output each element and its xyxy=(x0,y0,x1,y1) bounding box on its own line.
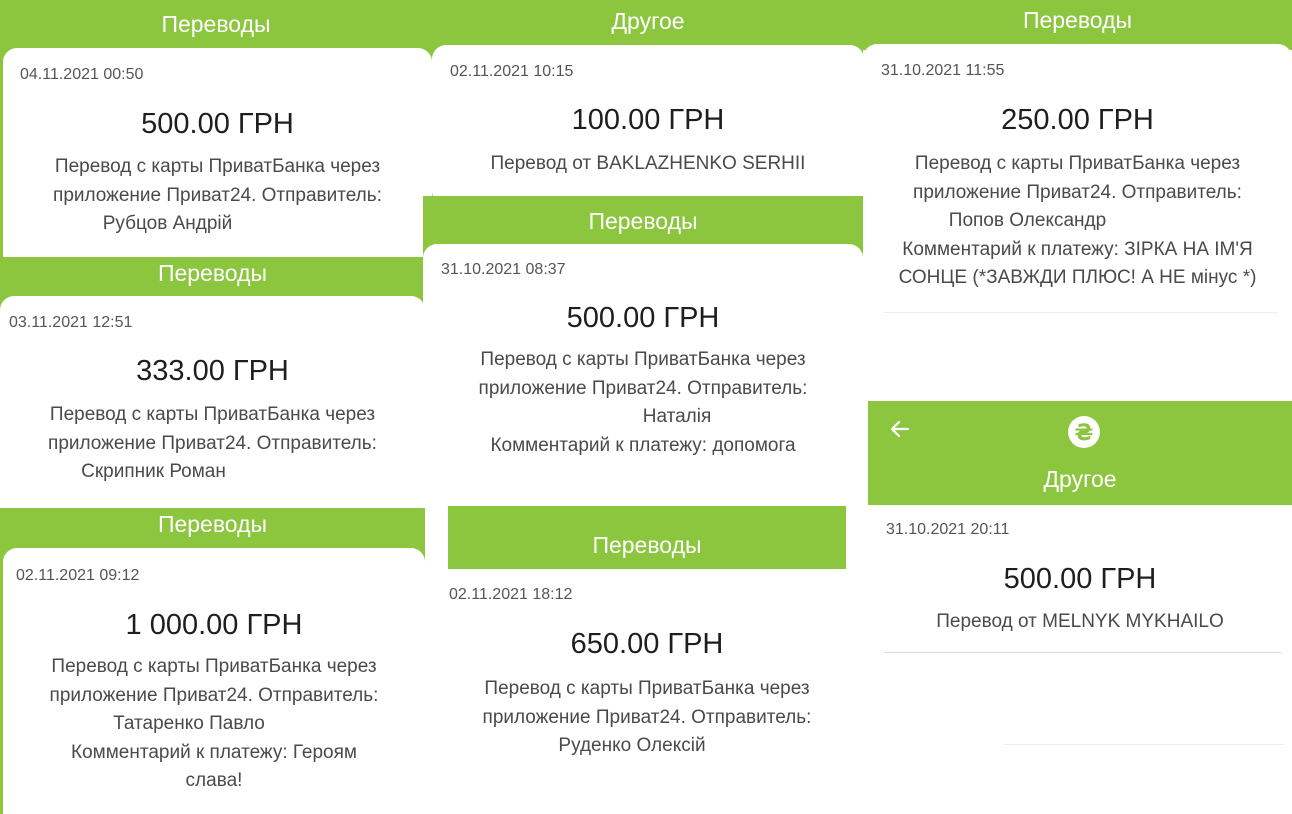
panel-header: Переводы xyxy=(863,0,1292,50)
panel-header: Переводы xyxy=(0,0,432,55)
detail-header-title: Другое xyxy=(1043,466,1117,492)
transaction-date: 02.11.2021 10:15 xyxy=(450,63,574,80)
panel-header-title: Другое xyxy=(611,8,685,34)
transaction-date: 04.11.2021 00:50 xyxy=(20,66,144,83)
card-edge xyxy=(1004,744,1284,745)
transaction-description: Перевод с карты ПриватБанка через прилож… xyxy=(3,153,432,239)
panel-header: Переводы xyxy=(448,506,846,569)
transaction-panel-2: Переводы 03.11.2021 12:51 333.00 ГРН Пер… xyxy=(0,257,425,507)
transaction-amount: 333.00 ГРН xyxy=(136,355,289,387)
transaction-description: Перевод от BAKLAZHENKO SERHII xyxy=(432,150,864,179)
transaction-card[interactable]: 31.10.2021 20:11 500.00 ГРН Перевод от M… xyxy=(868,505,1292,814)
transaction-amount: 650.00 ГРН xyxy=(570,628,724,660)
description-line: Перевод с карты ПриватБанка через xyxy=(54,156,381,177)
description-line: приложение Приват24. Отправитель: xyxy=(482,706,812,728)
payment-comment: Комментарий к платежу: Героям xyxy=(71,741,357,763)
description-line: Перевод от MELNYK MYKHAILO xyxy=(936,611,1224,632)
transaction-card[interactable]: 31.10.2021 11:55 250.00 ГРН Перевод с ка… xyxy=(863,44,1292,314)
transaction-description: Перевод от MELNYK MYKHAILO xyxy=(868,608,1292,637)
transaction-panel-1: Переводы 04.11.2021 00:50 500.00 ГРН Пер… xyxy=(0,0,432,258)
panel-header-title: Переводы xyxy=(1022,7,1133,33)
description-line: приложение Приват24. Отправитель: xyxy=(478,377,808,399)
transaction-description: Перевод с карты ПриватБанка через прилож… xyxy=(423,346,863,460)
transaction-date: 02.11.2021 18:12 xyxy=(449,586,573,603)
description-line: приложение Приват24. Отправитель: xyxy=(48,432,377,454)
panel-header-title: Переводы xyxy=(588,208,698,234)
transaction-amount: 500.00 ГРН xyxy=(141,108,294,140)
description-line: Перевод с карты ПриватБанка через xyxy=(914,153,1241,174)
transaction-description: Перевод с карты ПриватБанка через прилож… xyxy=(0,401,425,487)
card-edge xyxy=(883,312,1278,313)
hryvnia-coin-icon: ₴ xyxy=(1067,415,1101,449)
svg-text:₴: ₴ xyxy=(1075,421,1094,446)
transaction-date: 31.10.2021 11:55 xyxy=(881,62,1005,79)
transaction-detail-panel: ₴ Другое 31.10.2021 20:11 500.00 ГРН Пер… xyxy=(868,401,1292,814)
transaction-amount: 100.00 ГРН xyxy=(571,104,725,136)
transaction-amount: 250.00 ГРН xyxy=(1001,104,1154,136)
divider xyxy=(884,652,1282,653)
payment-comment: слава! xyxy=(185,770,243,791)
panel-header: Переводы xyxy=(0,508,425,553)
transaction-date: 02.11.2021 09:12 xyxy=(16,567,140,584)
transaction-panel-5: Переводы 31.10.2021 08:37 500.00 ГРН Пер… xyxy=(423,196,863,508)
transaction-panel-4: Другое 02.11.2021 10:15 100.00 ГРН Перев… xyxy=(432,0,864,196)
description-line: приложение Приват24. Отправитель: xyxy=(49,684,379,706)
transaction-card[interactable]: 03.11.2021 12:51 333.00 ГРН Перевод с ка… xyxy=(0,296,425,507)
description-line: Перевод с карты ПриватБанка через xyxy=(480,349,806,370)
detail-header: ₴ Другое xyxy=(868,401,1292,505)
panel-header-title: Переводы xyxy=(161,11,271,37)
description-line: Перевод с карты ПриватБанка через xyxy=(51,656,377,677)
transaction-date: 31.10.2021 20:11 xyxy=(886,521,1010,538)
transaction-description: Перевод с карты ПриватБанка через прилож… xyxy=(3,653,425,796)
description-line: Перевод от BAKLAZHENKO SERHII xyxy=(490,153,806,174)
transaction-card[interactable]: 02.11.2021 09:12 1 000.00 ГРН Перевод с … xyxy=(3,548,425,814)
description-line: приложение Приват24. Отправитель: xyxy=(913,181,1242,203)
transaction-date: 31.10.2021 08:37 xyxy=(441,261,566,278)
payment-comment: Комментарий к платежу: ЗІРКА НА ІМ'Я xyxy=(902,238,1253,260)
transaction-card[interactable]: 31.10.2021 08:37 500.00 ГРН Перевод с ка… xyxy=(423,244,863,508)
transaction-amount: 500.00 ГРН xyxy=(566,302,720,334)
description-line: Перевод с карты ПриватБанка через xyxy=(49,404,376,425)
transaction-panel-6: Переводы 02.11.2021 18:12 650.00 ГРН Пер… xyxy=(441,506,853,814)
transaction-date: 03.11.2021 12:51 xyxy=(9,314,133,331)
transaction-description: Перевод с карты ПриватБанка через прилож… xyxy=(863,150,1292,293)
transaction-panel-3: Переводы 02.11.2021 09:12 1 000.00 ГРН П… xyxy=(0,508,425,814)
description-line: приложение Приват24. Отправитель: xyxy=(53,184,382,206)
sender-name: Руденко Олексій xyxy=(558,735,706,756)
transaction-amount: 1 000.00 ГРН xyxy=(125,609,303,641)
transaction-amount: 500.00 ГРН xyxy=(1003,563,1157,595)
description-line: Перевод с карты ПриватБанка через xyxy=(484,678,810,699)
transaction-card[interactable]: 02.11.2021 10:15 100.00 ГРН Перевод от B… xyxy=(432,45,864,196)
sender-name: Наталія xyxy=(642,406,712,427)
transaction-card[interactable]: 02.11.2021 18:12 650.00 ГРН Перевод с ка… xyxy=(441,569,853,814)
transaction-panel-7: Переводы 31.10.2021 11:55 250.00 ГРН Пер… xyxy=(863,0,1292,400)
sender-name: Рубцов Андрій xyxy=(102,213,233,234)
panel-header: Переводы xyxy=(423,196,863,246)
transaction-card[interactable]: 04.11.2021 00:50 500.00 ГРН Перевод с ка… xyxy=(3,48,432,258)
panel-header-title: Переводы xyxy=(157,260,268,286)
sender-name: Попов Олександр xyxy=(948,210,1107,231)
panel-header: Другое xyxy=(432,0,864,50)
arrow-left-icon[interactable] xyxy=(888,417,912,441)
payment-comment: Комментарий к платежу: допомога xyxy=(490,434,796,456)
panel-header-title: Переводы xyxy=(592,532,702,558)
sender-name: Татаренко Павло xyxy=(113,713,265,734)
sender-name: Скрипник Роман xyxy=(81,461,226,482)
transaction-description: Перевод с карты ПриватБанка через прилож… xyxy=(441,675,853,761)
panel-header-title: Переводы xyxy=(157,511,268,537)
payment-comment: СОНЦЕ (*ЗАВЖДИ ПЛЮС! А НЕ мінус *) xyxy=(898,267,1257,288)
